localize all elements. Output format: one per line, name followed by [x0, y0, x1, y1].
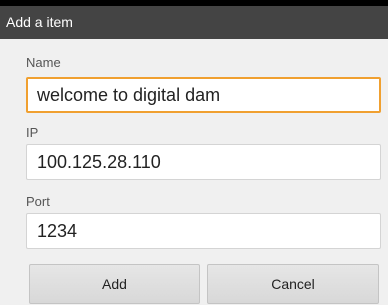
name-field[interactable]: welcome to digital dam [26, 77, 381, 113]
name-label: Name [26, 55, 61, 70]
add-item-dialog: Add a item Name welcome to digital dam I… [0, 6, 388, 305]
ip-label: IP [26, 125, 39, 140]
dialog-title: Add a item [6, 14, 73, 30]
dialog-title-bar: Add a item [0, 6, 388, 39]
ip-field[interactable]: 100.125.28.110 [26, 144, 381, 180]
name-value: welcome to digital dam [37, 85, 221, 105]
add-button[interactable]: Add [29, 264, 200, 304]
dialog-body: Name welcome to digital dam IP 100.125.2… [0, 39, 388, 305]
port-value: 1234 [37, 221, 78, 241]
ip-value: 100.125.28.110 [37, 152, 161, 172]
port-field[interactable]: 1234 [26, 213, 381, 249]
port-label: Port [26, 194, 50, 209]
cancel-button[interactable]: Cancel [207, 264, 379, 304]
